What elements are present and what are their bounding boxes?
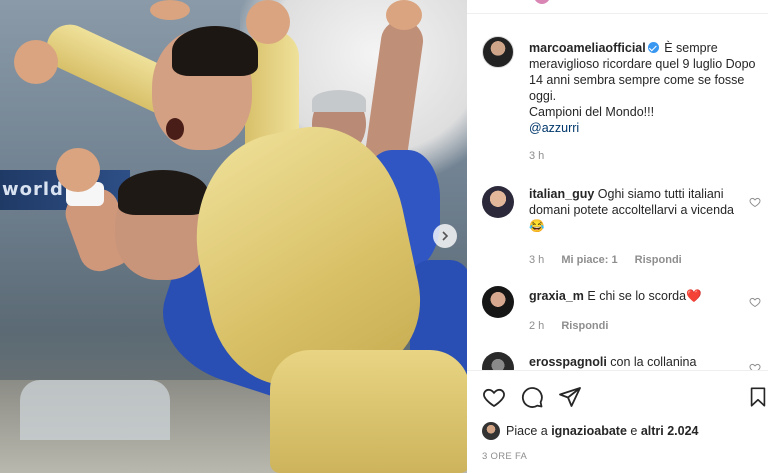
comment-icon[interactable] xyxy=(520,385,544,409)
photo-fist xyxy=(14,40,58,84)
next-slide-button[interactable] xyxy=(433,224,457,248)
list-item: graxia_m E chi se lo scorda❤️ 2 h Rispon… xyxy=(482,286,767,336)
author-avatar[interactable] xyxy=(482,36,514,68)
post-caption: marcoameliaofficial È sempre meraviglios… xyxy=(529,40,762,164)
photo-bench xyxy=(20,380,170,440)
reply-button[interactable]: Rispondi xyxy=(561,320,608,332)
photo-hair xyxy=(172,26,258,76)
likes-others[interactable]: altri 2.024 xyxy=(641,424,699,438)
post-photo[interactable]: world xyxy=(0,0,467,473)
photo-fist xyxy=(150,0,190,20)
header-avatar-ring xyxy=(534,0,550,4)
comment-username[interactable]: italian_guy xyxy=(529,187,594,201)
likes-prefix: Piace a xyxy=(506,424,548,438)
photo-fist xyxy=(246,0,290,44)
comment-time[interactable]: 3 h xyxy=(529,254,544,266)
photo-banner-text: world xyxy=(2,179,64,200)
reply-button[interactable]: Rispondi xyxy=(635,254,682,266)
caption-text-line2: Campioni del Mondo!!! xyxy=(529,105,655,119)
photo-fist xyxy=(386,0,422,30)
bookmark-icon[interactable] xyxy=(747,385,768,409)
post-side-panel: marcoameliaofficial È sempre meraviglios… xyxy=(467,0,768,473)
likes-summary: Piace a ignazioabate e altri 2.024 xyxy=(482,422,699,440)
comment-username[interactable]: erosspagnoli xyxy=(529,355,607,369)
list-item: italian_guy Oghi siamo tutti italiani do… xyxy=(482,186,767,266)
comment-text: graxia_m E chi se lo scorda❤️ xyxy=(529,288,744,304)
liker-username[interactable]: ignazioabate xyxy=(551,424,627,438)
comment-body: E chi se lo scorda xyxy=(587,289,687,303)
comment-username[interactable]: graxia_m xyxy=(529,289,584,303)
post-actions-bar: Piace a ignazioabate e altri 2.024 3 ORE… xyxy=(467,370,768,473)
comment-likes[interactable]: Mi piace: 1 xyxy=(561,254,617,266)
heart-icon[interactable] xyxy=(749,362,761,370)
list-item: erosspagnoli con la collanina xyxy=(482,352,767,370)
comment-body: con la collanina xyxy=(610,355,697,369)
like-heart-icon[interactable] xyxy=(482,385,506,409)
author-username[interactable]: marcoameliaofficial xyxy=(529,41,646,55)
post-timestamp[interactable]: 3 ORE FA xyxy=(482,451,527,462)
post-time[interactable]: 3 h xyxy=(529,148,762,164)
comment-meta: 2 h Rispondi xyxy=(529,318,622,334)
comments-list[interactable]: italian_guy Oghi siamo tutti italiani do… xyxy=(467,170,768,370)
commenter-avatar[interactable] xyxy=(482,186,514,218)
share-icon[interactable] xyxy=(558,385,582,409)
comment-meta: 3 h Mi piace: 1 Rispondi xyxy=(529,252,696,268)
commenter-avatar[interactable] xyxy=(482,352,514,370)
likes-connector: e xyxy=(630,424,638,438)
photo-background-person-hair xyxy=(312,90,366,112)
photo-mouth xyxy=(166,118,184,140)
verified-icon xyxy=(647,42,659,53)
photo-fist xyxy=(56,148,100,192)
comment-text: italian_guy Oghi siamo tutti italiani do… xyxy=(529,186,744,234)
heart-icon[interactable] xyxy=(749,296,761,308)
chevron-right-icon xyxy=(442,231,449,241)
liker-avatar[interactable] xyxy=(482,422,500,440)
comment-time[interactable]: 2 h xyxy=(529,320,544,332)
heart-icon[interactable] xyxy=(749,196,761,208)
photo-goalkeeper-shorts xyxy=(270,350,467,473)
photo-hair xyxy=(118,170,208,215)
commenter-avatar[interactable] xyxy=(482,286,514,318)
heart-emoji: ❤️ xyxy=(686,289,702,303)
mention-link[interactable]: @azzurri xyxy=(529,121,579,135)
post-header xyxy=(467,0,768,14)
comment-text: erosspagnoli con la collanina xyxy=(529,354,744,370)
